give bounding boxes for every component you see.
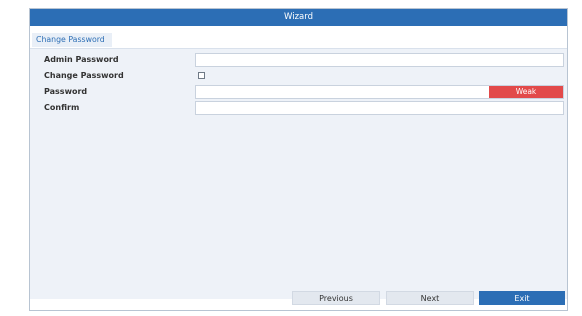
password-row: Password Weak bbox=[36, 84, 564, 100]
admin-password-row: Admin Password bbox=[36, 52, 564, 68]
password-label: Password bbox=[44, 87, 88, 96]
confirm-field[interactable] bbox=[195, 101, 564, 115]
change-password-checkbox[interactable] bbox=[198, 72, 205, 79]
window-title: Wizard bbox=[30, 9, 567, 26]
change-password-row: Change Password bbox=[36, 68, 564, 84]
previous-button[interactable]: Previous bbox=[292, 291, 380, 305]
admin-password-label: Admin Password bbox=[44, 55, 119, 64]
exit-button[interactable]: Exit bbox=[479, 291, 565, 305]
change-password-label: Change Password bbox=[44, 71, 124, 80]
tab-change-password[interactable]: Change Password bbox=[32, 33, 112, 47]
password-field[interactable]: Weak bbox=[195, 85, 564, 99]
confirm-label: Confirm bbox=[44, 103, 80, 112]
password-strength-indicator: Weak bbox=[489, 86, 563, 98]
admin-password-field[interactable] bbox=[195, 53, 564, 67]
confirm-row: Confirm bbox=[36, 100, 564, 116]
next-button[interactable]: Next bbox=[386, 291, 474, 305]
form-panel: Admin Password Change Password Password … bbox=[30, 48, 567, 299]
wizard-window: Wizard Change Password Admin Password Ch… bbox=[29, 8, 568, 311]
